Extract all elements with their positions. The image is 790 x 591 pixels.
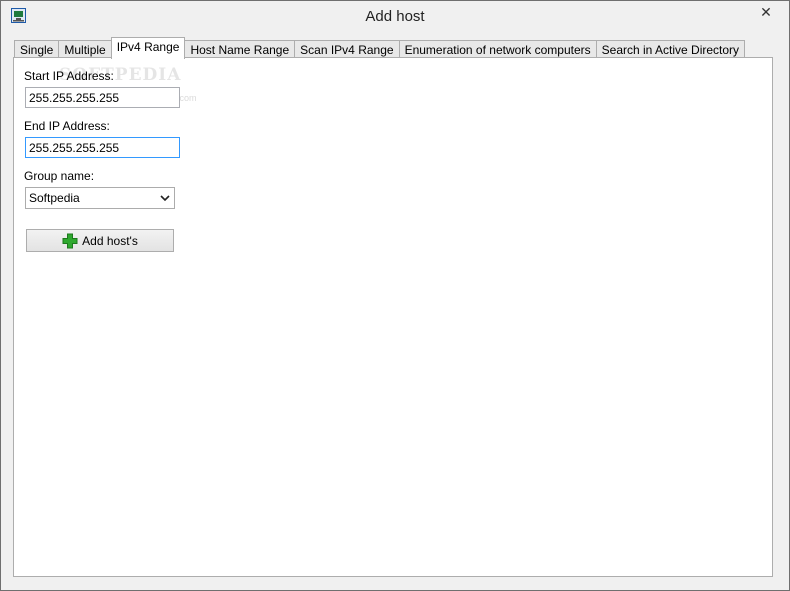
close-button[interactable]: ✕ <box>751 1 781 23</box>
title-bar: Add host ✕ <box>1 1 789 32</box>
tab-multiple[interactable]: Multiple <box>58 40 112 58</box>
close-icon: ✕ <box>760 3 772 20</box>
end-ip-field[interactable] <box>25 137 180 158</box>
start-ip-field[interactable] <box>25 87 180 108</box>
window-title: Add host <box>365 8 425 25</box>
tab-strip: Single Multiple IPv4 Range Host Name Ran… <box>14 37 746 59</box>
end-ip-label: End IP Address: <box>24 119 110 133</box>
tab-search-active-directory[interactable]: Search in Active Directory <box>595 40 746 58</box>
tab-scan-ipv4-range[interactable]: Scan IPv4 Range <box>294 40 400 58</box>
chevron-down-icon <box>160 195 170 202</box>
plus-icon <box>62 233 78 248</box>
group-name-select[interactable]: Softpedia <box>25 187 175 209</box>
start-ip-label: Start IP Address: <box>24 69 114 83</box>
add-host-window: Add host ✕ Single Multiple IPv4 Range Ho… <box>0 0 790 591</box>
tab-host-name-range[interactable]: Host Name Range <box>184 40 296 58</box>
group-name-value: Softpedia <box>29 191 80 205</box>
tab-single[interactable]: Single <box>14 40 60 58</box>
add-hosts-button[interactable]: Add host's <box>26 229 174 252</box>
ipv4-range-panel <box>13 57 773 577</box>
group-name-label: Group name: <box>24 169 95 183</box>
add-hosts-label: Add host's <box>82 233 138 248</box>
tab-enumeration-network-computers[interactable]: Enumeration of network computers <box>398 40 597 58</box>
tab-ipv4-range[interactable]: IPv4 Range <box>110 37 186 59</box>
